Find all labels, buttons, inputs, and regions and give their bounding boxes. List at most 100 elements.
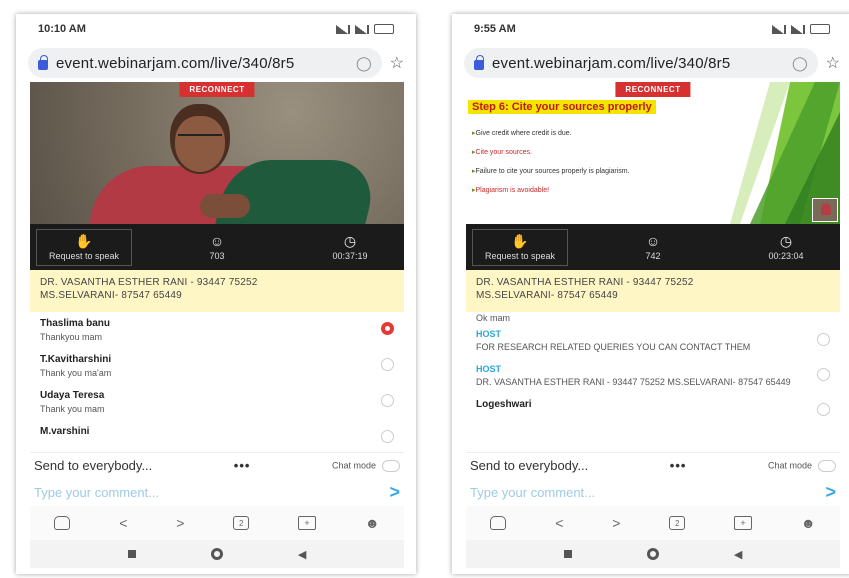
contact-line-1: DR. VASANTHA ESTHER RANI - 93447 75252	[476, 277, 694, 288]
back-triangle-icon[interactable]: ◀	[734, 548, 742, 561]
chat-text: FOR RESEARCH RELATED QUERIES YOU CAN CON…	[476, 342, 751, 352]
send-to-row: Send to everybody... ••• Chat mode	[30, 452, 404, 478]
status-bar: 10:10 AM	[16, 14, 416, 44]
slide-bullet: Plagiarism is avoidable!	[472, 181, 630, 200]
chat-select-radio[interactable]	[817, 368, 830, 381]
chat-text: Thankyou mam	[40, 332, 103, 342]
profile-icon[interactable]: ☻	[365, 515, 380, 531]
chat-select-radio[interactable]	[817, 403, 830, 416]
url-text[interactable]: event.webinarjam.com/live/340/8r5	[492, 55, 784, 72]
send-to-selector[interactable]: Send to everybody...	[470, 458, 588, 473]
host-label: HOST	[476, 364, 502, 374]
bookmark-star-icon[interactable]: ☆	[390, 53, 404, 73]
more-options-icon[interactable]: •••	[670, 458, 687, 473]
chat-message[interactable]: M.varshini	[40, 420, 394, 443]
new-tab-icon[interactable]: +	[734, 516, 753, 530]
comment-row: >	[30, 478, 404, 506]
browser-url-bar: event.webinarjam.com/live/340/8r5 ◯ ☆	[452, 44, 849, 82]
new-tab-icon[interactable]: +	[298, 516, 317, 530]
toggle-switch[interactable]	[818, 459, 836, 472]
signal-icon	[772, 24, 786, 34]
presenter-thumbnail[interactable]	[812, 198, 838, 222]
chat-mode-toggle[interactable]: Chat mode	[767, 459, 836, 472]
bookmark-star-icon[interactable]: ☆	[826, 53, 840, 73]
back-icon[interactable]: <	[555, 515, 563, 531]
session-timer: ◷ 00:37:19	[302, 234, 398, 261]
contact-info-banner: DR. VASANTHA ESTHER RANI - 93447 75252 M…	[30, 270, 404, 312]
browser-nav-bar: < > 2 + ☻	[466, 506, 840, 540]
home-button-icon[interactable]	[646, 548, 659, 560]
chat-partial-message: Ok mam	[476, 313, 511, 323]
home-icon[interactable]	[54, 516, 71, 530]
back-triangle-icon[interactable]: ◀	[298, 548, 306, 561]
request-label: Request to speak	[484, 250, 556, 261]
recents-icon[interactable]	[127, 550, 136, 558]
url-text[interactable]: event.webinarjam.com/live/340/8r5	[56, 55, 348, 72]
forward-icon[interactable]: >	[176, 515, 184, 531]
reconnect-button[interactable]: RECONNECT	[615, 82, 691, 97]
toggle-switch[interactable]	[382, 459, 400, 472]
signal-icon	[791, 24, 805, 34]
chat-author: Logeshwari	[476, 399, 532, 410]
comment-row: >	[466, 478, 840, 506]
session-timer: ◷ 00:23:04	[738, 234, 834, 261]
reconnect-button[interactable]: RECONNECT	[179, 82, 255, 97]
webinar-controls: ✋ Request to speak ☺ 703 ◷ 00:37:19	[30, 224, 404, 270]
request-label: Request to speak	[48, 250, 120, 261]
status-bar: 9:55 AM	[452, 14, 849, 44]
send-to-selector[interactable]: Send to everybody...	[34, 458, 152, 473]
status-time: 9:55 AM	[474, 23, 516, 35]
presenter-face	[175, 116, 225, 172]
back-icon[interactable]: <	[119, 515, 127, 531]
home-icon[interactable]	[490, 516, 507, 530]
address-field[interactable]: event.webinarjam.com/live/340/8r5 ◯	[28, 48, 382, 78]
lock-icon	[474, 54, 484, 70]
host-label: HOST	[476, 329, 502, 339]
chat-author: Thaslima banu	[40, 318, 111, 329]
more-options-icon[interactable]: •••	[234, 458, 251, 473]
chat-mode-toggle[interactable]: Chat mode	[331, 459, 400, 472]
request-to-speak-button[interactable]: ✋ Request to speak	[36, 228, 132, 266]
profile-icon[interactable]: ☻	[801, 515, 816, 531]
chat-message[interactable]: Logeshwari	[476, 393, 830, 416]
chat-mode-label: Chat mode	[331, 459, 376, 470]
address-field[interactable]: event.webinarjam.com/live/340/8r5 ◯	[464, 48, 818, 78]
chat-select-radio[interactable]	[381, 322, 394, 335]
chat-message[interactable]: Udaya Teresa Thank you mam	[40, 384, 394, 420]
timer-value: 00:23:04	[768, 250, 804, 261]
presenter-hands	[200, 194, 250, 218]
reload-icon[interactable]: ◯	[792, 55, 808, 72]
reload-icon[interactable]: ◯	[356, 55, 372, 72]
screenshot-collage: 10:10 AM event.webinarjam.com/live/340/8…	[0, 0, 849, 578]
send-arrow-icon[interactable]: >	[389, 482, 400, 503]
system-nav-bar: ◀	[30, 540, 404, 568]
attendees-value: 703	[209, 250, 225, 261]
tabs-count-icon[interactable]: 2	[669, 516, 686, 530]
chat-select-radio[interactable]	[381, 394, 394, 407]
slide-title: Step 6: Cite your sources properly	[468, 100, 656, 114]
contact-line-2: MS.SELVARANI- 87547 65449	[40, 290, 182, 301]
chat-list[interactable]: Thaslima banu Thankyou mam T.Kavitharshi…	[30, 312, 404, 452]
request-to-speak-button[interactable]: ✋ Request to speak	[472, 228, 568, 266]
forward-icon[interactable]: >	[612, 515, 620, 531]
chat-text: DR. VASANTHA ESTHER RANI - 93447 75252 M…	[476, 377, 791, 387]
chat-message[interactable]: HOST FOR RESEARCH RELATED QUERIES YOU CA…	[476, 323, 830, 358]
comment-input[interactable]	[470, 484, 826, 500]
recents-icon[interactable]	[563, 550, 572, 558]
chat-message[interactable]: HOST DR. VASANTHA ESTHER RANI - 93447 75…	[476, 358, 830, 393]
tabs-count-icon[interactable]: 2	[233, 516, 250, 530]
lock-icon	[38, 54, 48, 70]
chat-select-radio[interactable]	[381, 430, 394, 443]
chat-select-radio[interactable]	[381, 358, 394, 371]
chat-message[interactable]: Thaslima banu Thankyou mam	[40, 312, 394, 348]
send-arrow-icon[interactable]: >	[825, 482, 836, 503]
chat-text: Thank you mam	[40, 404, 105, 414]
hand-icon: ✋	[75, 232, 93, 249]
home-button-icon[interactable]	[210, 548, 223, 560]
comment-input[interactable]	[34, 484, 390, 500]
chat-list[interactable]: Ok mam HOST FOR RESEARCH RELATED QUERIES…	[466, 312, 840, 452]
chat-message[interactable]: T.Kavitharshini Thank you ma'am	[40, 348, 394, 384]
chat-mode-label: Chat mode	[767, 459, 812, 470]
presenter-glasses	[178, 134, 222, 142]
chat-select-radio[interactable]	[817, 333, 830, 346]
